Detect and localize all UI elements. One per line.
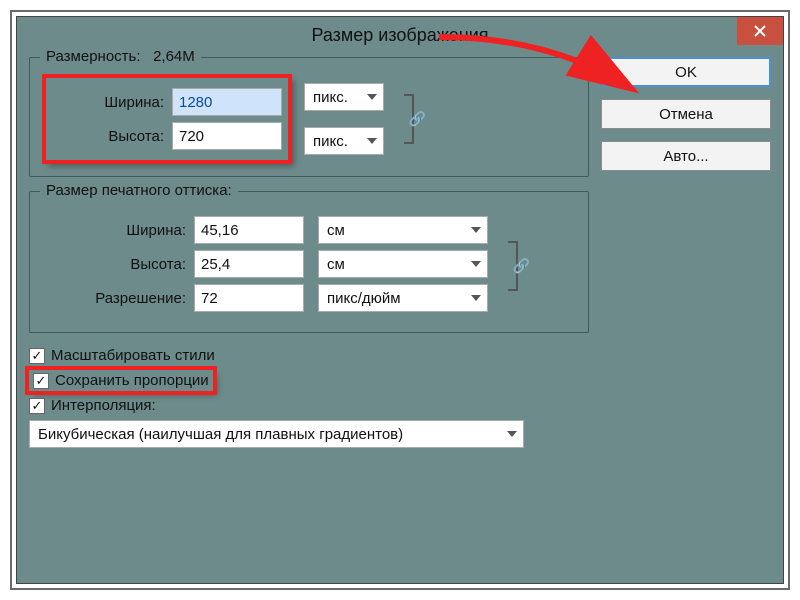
dialog-title: Размер изображения xyxy=(311,25,488,46)
interpolation-checkbox[interactable]: ✓ xyxy=(29,398,45,414)
width-height-highlight: Ширина: Высота: xyxy=(44,76,290,162)
width-label: Ширина: xyxy=(52,94,172,111)
doc-height-input[interactable] xyxy=(194,250,304,278)
close-icon xyxy=(754,25,766,37)
interpolation-label: Интерполяция: xyxy=(51,397,156,414)
chevron-down-icon xyxy=(471,227,481,233)
resolution-input[interactable] xyxy=(194,284,304,312)
resolution-unit-select[interactable]: пикс/дюйм xyxy=(318,284,488,312)
interpolation-row[interactable]: ✓ Интерполяция: xyxy=(29,397,589,414)
chevron-down-icon xyxy=(367,138,377,144)
constrain-proportions-label: Сохранить пропорции xyxy=(55,372,209,389)
scale-styles-checkbox[interactable]: ✓ xyxy=(29,348,45,364)
constrain-highlight: ✓ Сохранить пропорции xyxy=(29,370,213,391)
cancel-label: Отмена xyxy=(659,106,713,123)
scale-styles-label: Масштабировать стили xyxy=(51,347,215,364)
constrain-proportions-checkbox[interactable]: ✓ xyxy=(33,373,49,389)
pixel-dimensions-legend: Размерность: 2,64M xyxy=(40,48,201,65)
pixel-width-unit-select[interactable]: пикс. xyxy=(304,83,384,111)
auto-label: Авто... xyxy=(663,148,708,165)
document-size-group: Размер печатного оттиска: Ширина: см Выс… xyxy=(29,191,589,333)
image-size-dialog: Размер изображения OK Отмена Авто... Раз… xyxy=(16,16,784,584)
chevron-down-icon xyxy=(507,431,517,437)
pixel-dimensions-group: Размерность: 2,64M Ширина: Высота: xyxy=(29,57,589,177)
doc-width-label: Ширина: xyxy=(44,222,194,239)
constrain-proportions-row[interactable]: ✓ Сохранить пропорции xyxy=(33,372,209,389)
cancel-button[interactable]: Отмена xyxy=(601,99,771,129)
pixel-height-unit-select[interactable]: пикс. xyxy=(304,127,384,155)
pixel-width-input[interactable] xyxy=(172,88,282,116)
auto-button[interactable]: Авто... xyxy=(601,141,771,171)
doc-height-unit-select[interactable]: см xyxy=(318,250,488,278)
chevron-down-icon xyxy=(471,261,481,267)
height-label: Высота: xyxy=(52,128,172,145)
doc-width-unit-select[interactable]: см xyxy=(318,216,488,244)
ok-button[interactable]: OK xyxy=(601,57,771,87)
interpolation-method-select[interactable]: Бикубическая (наилучшая для плавных град… xyxy=(29,420,524,448)
doc-width-input[interactable] xyxy=(194,216,304,244)
scale-styles-row[interactable]: ✓ Масштабировать стили xyxy=(29,347,589,364)
ok-label: OK xyxy=(675,64,697,81)
pixel-link-indicator: 🔗 xyxy=(394,94,424,144)
chevron-down-icon xyxy=(471,295,481,301)
outer-frame: Размер изображения OK Отмена Авто... Раз… xyxy=(10,10,790,590)
chevron-down-icon xyxy=(367,94,377,100)
pixel-height-input[interactable] xyxy=(172,122,282,150)
doc-height-label: Высота: xyxy=(44,256,194,273)
file-size: 2,64M xyxy=(153,48,195,65)
link-icon: 🔗 xyxy=(513,258,530,275)
close-button[interactable] xyxy=(737,17,783,45)
resolution-label: Разрешение: xyxy=(44,290,194,307)
doc-link-indicator: 🔗 xyxy=(498,214,528,318)
document-size-legend: Размер печатного оттиска: xyxy=(40,182,238,199)
link-icon: 🔗 xyxy=(409,111,426,128)
